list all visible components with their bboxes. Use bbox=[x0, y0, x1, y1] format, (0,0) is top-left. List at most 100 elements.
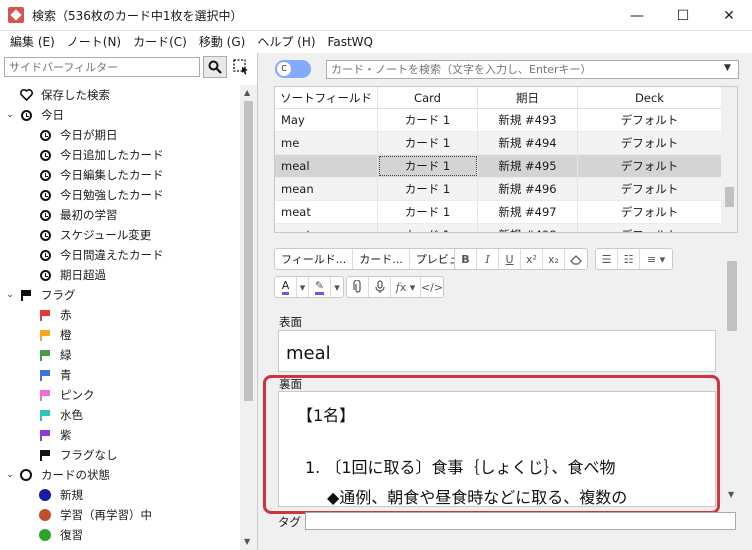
sidebar-search-button[interactable] bbox=[203, 56, 227, 78]
sidebar-item[interactable]: 復習 bbox=[0, 525, 240, 545]
menu-fastwq[interactable]: FastWQ bbox=[322, 31, 379, 53]
flag-pink-icon bbox=[38, 388, 52, 402]
flag-turquoise-icon bbox=[38, 408, 52, 422]
sidebar-item-label: 保存した検索 bbox=[41, 88, 110, 102]
sidebar-item[interactable]: 紫 bbox=[0, 425, 240, 445]
highlight-dropdown-icon[interactable]: ▾ bbox=[331, 277, 343, 297]
sidebar-item[interactable]: 期日超過 bbox=[0, 265, 240, 285]
table-row[interactable]: meal カード 1 新規 #495 デフォルト bbox=[275, 155, 737, 178]
editor-scroll-down-icon[interactable]: ▼ bbox=[728, 490, 734, 499]
table-scroll-thumb[interactable] bbox=[725, 187, 734, 207]
expand-chevron-icon[interactable]: ⌄ bbox=[4, 290, 16, 300]
table-cell: カード 1 bbox=[378, 201, 478, 223]
menu-help[interactable]: ヘルプ (H) bbox=[251, 31, 321, 53]
sidebar-item[interactable]: 水色 bbox=[0, 405, 240, 425]
sidebar-item[interactable]: 学習（再学習）中 bbox=[0, 505, 240, 525]
sidebar-item[interactable]: 今日間違えたカード bbox=[0, 245, 240, 265]
text-color-icon[interactable]: A bbox=[275, 277, 297, 297]
sidebar-item-label: 今日編集したカード bbox=[60, 168, 164, 182]
menu-cards[interactable]: カード(C) bbox=[127, 31, 193, 53]
sidebar-item-label: 緑 bbox=[60, 348, 72, 362]
sidebar-item[interactable]: ⌄ カードの状態 bbox=[0, 465, 240, 485]
cards-button[interactable]: カード... bbox=[353, 249, 410, 269]
table-row[interactable]: May カード 1 新規 #493 デフォルト bbox=[275, 109, 737, 132]
sidebar-item[interactable]: ⌄ 今日 bbox=[0, 105, 240, 125]
table-row[interactable]: mean カード 1 新規 #496 デフォルト bbox=[275, 178, 737, 201]
fields-button[interactable]: フィールド... bbox=[275, 249, 354, 269]
microphone-icon[interactable] bbox=[369, 277, 391, 297]
italic-icon[interactable]: I bbox=[477, 249, 499, 269]
flag-orange-icon bbox=[38, 328, 52, 342]
sidebar-item[interactable]: スケジュール変更 bbox=[0, 225, 240, 245]
format-toolbar: B I U x² x₂ bbox=[454, 248, 588, 270]
html-editor-icon[interactable]: </> bbox=[421, 277, 443, 297]
unordered-list-icon[interactable]: ☰ bbox=[596, 249, 618, 269]
table-cell: カード 1 bbox=[378, 224, 478, 232]
table-cell: 新規 #496 bbox=[478, 178, 578, 200]
sidebar-item[interactable]: 青 bbox=[0, 365, 240, 385]
tags-input[interactable] bbox=[305, 512, 736, 530]
subscript-icon[interactable]: x₂ bbox=[543, 249, 565, 269]
align-dropdown-icon[interactable]: ≡ ▾ bbox=[640, 249, 672, 269]
sidebar-item-label: 今日勉強したカード bbox=[60, 188, 164, 202]
selection-tool-button[interactable] bbox=[231, 57, 251, 77]
menu-go[interactable]: 移動 (G) bbox=[193, 31, 251, 53]
maximize-button[interactable]: ☐ bbox=[660, 0, 706, 31]
scroll-down-arrow-icon[interactable]: ▼ bbox=[244, 537, 250, 546]
scroll-up-arrow-icon[interactable]: ▲ bbox=[244, 88, 250, 97]
heart-icon bbox=[19, 88, 33, 102]
sidebar-item[interactable]: フラグなし bbox=[0, 445, 240, 465]
sidebar-item[interactable]: ⌄ フラグ bbox=[0, 285, 240, 305]
table-cell: デフォルト bbox=[578, 224, 722, 232]
sidebar-item[interactable]: 今日編集したカード bbox=[0, 165, 240, 185]
eraser-icon[interactable] bbox=[565, 249, 587, 269]
sidebar-scrollbar[interactable]: ▲ ▼ bbox=[240, 85, 257, 550]
sidebar-filter-input[interactable] bbox=[4, 57, 200, 77]
search-history-dropdown-icon[interactable]: ▼ bbox=[724, 63, 731, 73]
text-color-dropdown-icon[interactable]: ▾ bbox=[297, 277, 309, 297]
table-scrollbar[interactable] bbox=[721, 87, 737, 232]
function-dropdown-icon[interactable]: fx ▾ bbox=[391, 277, 421, 297]
front-field[interactable] bbox=[278, 330, 716, 372]
sidebar-scroll-thumb[interactable] bbox=[244, 101, 253, 401]
table-row[interactable]: me カード 1 新規 #494 デフォルト bbox=[275, 132, 737, 155]
bold-icon[interactable]: B bbox=[455, 249, 477, 269]
sidebar-item[interactable]: ピンク bbox=[0, 385, 240, 405]
attachment-icon[interactable] bbox=[347, 277, 369, 297]
cards-notes-toggle[interactable]: C bbox=[275, 60, 311, 78]
highlight-color-icon[interactable]: ✎ bbox=[309, 277, 331, 297]
sidebar-item[interactable]: 今日勉強したカード bbox=[0, 185, 240, 205]
sidebar-item[interactable]: 保存した検索 bbox=[0, 85, 240, 105]
column-sort-field[interactable]: ソートフィールド bbox=[275, 87, 378, 108]
front-field-value: meal bbox=[286, 343, 331, 364]
sidebar-item[interactable]: 橙 bbox=[0, 325, 240, 345]
sidebar-item[interactable]: 緑 bbox=[0, 345, 240, 365]
sidebar-item[interactable]: 新規 bbox=[0, 485, 240, 505]
highlight-annotation-box bbox=[263, 375, 720, 514]
column-card[interactable]: Card bbox=[378, 87, 478, 108]
menu-notes[interactable]: ノート(N) bbox=[61, 31, 127, 53]
minimize-button[interactable]: — bbox=[614, 0, 660, 31]
table-row[interactable]: meatカード 1新規 #498デフォルト bbox=[275, 224, 737, 232]
underline-icon[interactable]: U bbox=[499, 249, 521, 269]
title-bar: 検索（536枚のカード中1枚を選択中） — ☐ ✕ bbox=[0, 0, 752, 31]
expand-chevron-icon[interactable]: ⌄ bbox=[4, 110, 16, 120]
sidebar-item[interactable]: 今日が期日 bbox=[0, 125, 240, 145]
editor-scrollbar[interactable] bbox=[725, 259, 739, 504]
sidebar-item[interactable]: 赤 bbox=[0, 305, 240, 325]
sidebar-item[interactable]: 最初の学習 bbox=[0, 205, 240, 225]
editor-scroll-thumb[interactable] bbox=[727, 261, 737, 331]
table-cell: me bbox=[275, 132, 378, 154]
close-button[interactable]: ✕ bbox=[706, 0, 752, 31]
table-row[interactable]: meat カード 1 新規 #497 デフォルト bbox=[275, 201, 737, 224]
column-due[interactable]: 期日 bbox=[478, 87, 578, 108]
sidebar-item[interactable]: 今日追加したカード bbox=[0, 145, 240, 165]
anki-app-icon bbox=[8, 7, 24, 23]
expand-chevron-icon[interactable]: ⌄ bbox=[4, 470, 16, 480]
menu-edit[interactable]: 編集 (E) bbox=[4, 31, 61, 53]
ordered-list-icon[interactable]: ☷ bbox=[618, 249, 640, 269]
superscript-icon[interactable]: x² bbox=[521, 249, 543, 269]
search-input[interactable] bbox=[326, 60, 739, 79]
table-cell: meat bbox=[275, 201, 378, 223]
column-deck[interactable]: Deck bbox=[578, 87, 722, 108]
